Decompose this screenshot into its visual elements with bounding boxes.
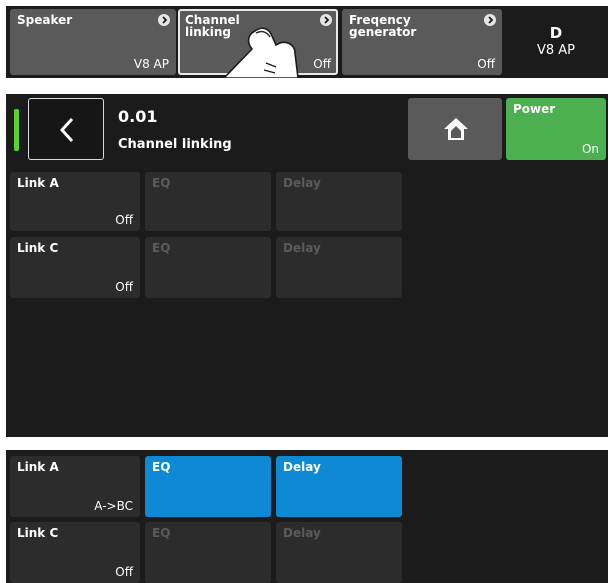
eq-label: EQ xyxy=(152,526,171,540)
bottom-panel: Link A A->BC EQ Delay Link C Off EQ Dela… xyxy=(6,450,608,583)
link-a-tile[interactable]: Link A A->BC xyxy=(10,456,140,517)
power-button[interactable]: Power On xyxy=(506,98,606,160)
header-value: 0.01 xyxy=(118,107,158,126)
speaker-label: Speaker xyxy=(17,13,73,27)
link-c-tile[interactable]: Link C Off xyxy=(10,522,140,583)
link-a-value: Off xyxy=(115,213,133,227)
eq-label: EQ xyxy=(152,176,171,190)
link-c-eq-tile: EQ xyxy=(145,237,271,298)
link-c-delay-tile: Delay xyxy=(276,237,402,298)
device-indicator: D V8 AP xyxy=(506,9,606,75)
main-panel: 0.01 Channel linking Power On Link A Off… xyxy=(6,94,608,437)
link-a-eq-tile: EQ xyxy=(145,172,271,231)
page-title: Channel linking xyxy=(118,137,232,152)
speaker-value: V8 AP xyxy=(133,57,169,71)
tap-gesture-icon xyxy=(222,27,299,78)
home-button[interactable] xyxy=(408,98,502,160)
link-c-value: Off xyxy=(115,565,133,579)
status-bar xyxy=(14,109,19,151)
frequency-generator-tile[interactable]: Freqency generator Off xyxy=(342,9,502,75)
device-model: V8 AP xyxy=(536,43,576,58)
link-c-tile[interactable]: Link C Off xyxy=(10,237,140,298)
link-a-label: Link A xyxy=(17,176,59,190)
delay-label: Delay xyxy=(283,526,321,540)
device-letter: D xyxy=(549,24,563,42)
top-strip: Speaker V8 AP Channel linking Off Freqen… xyxy=(6,6,608,78)
link-a-value: A->BC xyxy=(94,499,133,513)
delay-label: Delay xyxy=(283,241,321,255)
frequency-generator-value: Off xyxy=(477,57,495,71)
link-c-delay-tile: Delay xyxy=(276,522,402,583)
power-value: On xyxy=(581,142,599,156)
link-c-eq-tile: EQ xyxy=(145,522,271,583)
header: 0.01 Channel linking Power On xyxy=(6,94,608,164)
frequency-generator-label: Freqency generator xyxy=(349,13,417,39)
chevron-right-icon xyxy=(158,14,170,26)
chevron-right-icon xyxy=(484,14,496,26)
delay-label: Delay xyxy=(283,176,321,190)
link-a-delay-tile: Delay xyxy=(276,172,402,231)
link-a-delay-tile[interactable]: Delay xyxy=(276,456,402,517)
back-button[interactable] xyxy=(28,98,104,160)
link-a-eq-tile[interactable]: EQ xyxy=(145,456,271,517)
link-a-tile[interactable]: Link A Off xyxy=(10,172,140,231)
delay-label: Delay xyxy=(283,460,321,474)
power-label: Power xyxy=(513,102,556,116)
link-a-label: Link A xyxy=(17,460,59,474)
speaker-tile[interactable]: Speaker V8 AP xyxy=(10,9,176,75)
eq-label: EQ xyxy=(152,241,171,255)
home-icon xyxy=(444,118,468,140)
chevron-left-icon xyxy=(59,117,74,143)
eq-label: EQ xyxy=(152,460,171,474)
link-c-value: Off xyxy=(115,280,133,294)
link-c-label: Link C xyxy=(17,241,59,255)
link-c-label: Link C xyxy=(17,526,59,540)
